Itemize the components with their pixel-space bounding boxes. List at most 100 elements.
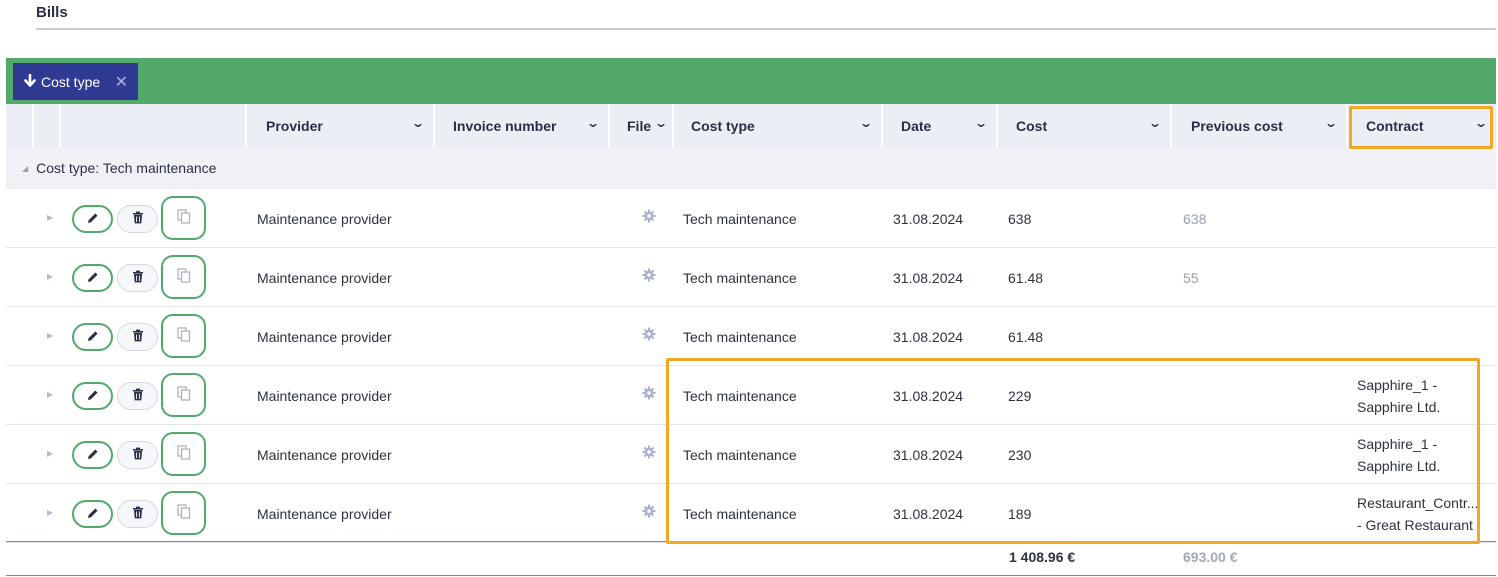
pencil-icon (86, 329, 100, 346)
expand-row-icon[interactable]: ▶ (47, 508, 53, 517)
chevron-down-icon: ⌄ (585, 116, 601, 130)
remove-group-icon[interactable]: ✕ (115, 72, 128, 92)
delete-button[interactable] (117, 323, 158, 351)
chevron-down-icon: ⌄ (410, 116, 426, 130)
copy-button[interactable] (161, 255, 206, 299)
gear-icon[interactable] (642, 268, 656, 285)
header-previous-cost[interactable]: Previous cost ⌄ (1172, 104, 1348, 147)
cell-previous-cost: 55 (1183, 269, 1199, 286)
gear-icon[interactable] (642, 327, 656, 344)
cell-date: 31.08.2024 (893, 387, 964, 404)
edit-button[interactable] (72, 323, 113, 351)
chevron-down-icon: ⌄ (1323, 116, 1339, 130)
trash-icon (132, 506, 144, 522)
cell-provider: Maintenance provider (257, 210, 392, 227)
table-row[interactable]: ▶ Maintenance provider Tech maintenance 31.… (6, 366, 1496, 425)
footer-divider (6, 541, 1496, 542)
trash-icon (132, 447, 144, 463)
contract-line-1: Sapphire_1 - (1357, 435, 1438, 452)
header-cost[interactable]: Cost ⌄ (998, 104, 1172, 147)
table-row[interactable]: ▶ Maintenance provider Tech maintenance 31.… (6, 248, 1496, 307)
gear-icon[interactable] (642, 386, 656, 403)
table-header: Provider ⌄ Invoice number ⌄ File ⌄ Cost typ… (6, 104, 1496, 147)
chevron-down-icon: ⌄ (1473, 116, 1489, 130)
copy-button[interactable] (161, 432, 206, 476)
gear-icon[interactable] (642, 445, 656, 462)
group-chip-cost-type[interactable]: Cost type ✕ (13, 63, 138, 100)
trash-icon (132, 388, 144, 404)
contract-line-2: Sapphire Ltd. (1357, 457, 1441, 474)
cell-cost-type: Tech maintenance (683, 505, 797, 522)
trash-icon (132, 329, 144, 345)
contract-line-1: Sapphire_1 - (1357, 376, 1438, 393)
page-title: Bills (36, 4, 68, 21)
table-row[interactable]: ▶ Maintenance provider Tech maintenance 31.… (6, 189, 1496, 248)
edit-button[interactable] (72, 205, 113, 233)
total-previous-cost: 693.00 € (1183, 549, 1238, 565)
cell-previous-cost: 638 (1183, 210, 1207, 227)
header-file[interactable]: File ⌄ (610, 104, 674, 147)
pencil-icon (86, 211, 100, 228)
total-cost: 1 408.96 € (1009, 549, 1076, 565)
table-row[interactable]: ▶ Maintenance provider Tech maintenance 31.… (6, 425, 1496, 484)
header-buttons-col (61, 104, 247, 147)
edit-button[interactable] (72, 382, 113, 410)
header-contract[interactable]: Contract ⌄ (1348, 104, 1496, 147)
copy-icon (176, 504, 191, 522)
edit-button[interactable] (72, 500, 113, 528)
cell-cost-type: Tech maintenance (683, 328, 797, 345)
cell-date: 31.08.2024 (893, 328, 964, 345)
trash-icon (132, 211, 144, 227)
delete-button[interactable] (117, 264, 158, 292)
expand-row-icon[interactable]: ▶ (47, 331, 53, 340)
expand-row-icon[interactable]: ▶ (47, 390, 53, 399)
cell-cost-type: Tech maintenance (683, 387, 797, 404)
title-divider (36, 28, 1496, 30)
expand-row-icon[interactable]: ▶ (47, 272, 53, 281)
group-by-bar: Cost type ✕ (6, 58, 1496, 104)
collapse-triangle-icon[interactable]: ◢ (22, 164, 28, 173)
cell-provider: Maintenance provider (257, 269, 392, 286)
copy-button[interactable] (161, 373, 206, 417)
header-provider[interactable]: Provider ⌄ (247, 104, 435, 147)
copy-icon (176, 327, 191, 345)
cell-provider: Maintenance provider (257, 446, 392, 463)
cell-cost: 230 (1008, 446, 1032, 463)
expand-row-icon[interactable]: ▶ (47, 449, 53, 458)
copy-button[interactable] (161, 196, 206, 240)
header-date[interactable]: Date ⌄ (883, 104, 998, 147)
contract-line-2: Sapphire Ltd. (1357, 398, 1441, 415)
delete-button[interactable] (117, 500, 158, 528)
cell-cost-type: Tech maintenance (683, 210, 797, 227)
edit-button[interactable] (72, 264, 113, 292)
group-label: Cost type: Tech maintenance (36, 160, 217, 176)
group-chip-label: Cost type (41, 73, 101, 90)
delete-button[interactable] (117, 441, 158, 469)
cell-provider: Maintenance provider (257, 387, 392, 404)
table-row[interactable]: ▶ Maintenance provider Tech maintenance 31.… (6, 484, 1496, 543)
cell-contract: Restaurant_Contr... - Great Restaurant (1357, 484, 1478, 543)
group-row[interactable]: ◢ Cost type: Tech maintenance (6, 147, 1496, 189)
gear-icon[interactable] (642, 209, 656, 226)
delete-button[interactable] (117, 382, 158, 410)
header-invoice-number[interactable]: Invoice number ⌄ (435, 104, 610, 147)
copy-button[interactable] (161, 314, 206, 358)
cell-cost: 61.48 (1008, 328, 1044, 345)
copy-icon (176, 268, 191, 286)
cell-contract: Sapphire_1 - Sapphire Ltd. (1357, 425, 1440, 484)
gear-icon[interactable] (642, 504, 656, 521)
trash-icon (132, 270, 144, 286)
cell-date: 31.08.2024 (893, 269, 964, 286)
table-row[interactable]: ▶ Maintenance provider Tech maintenance 31.… (6, 307, 1496, 366)
cell-date: 31.08.2024 (893, 446, 964, 463)
pencil-icon (86, 447, 100, 464)
copy-button[interactable] (161, 491, 206, 535)
cell-provider: Maintenance provider (257, 505, 392, 522)
edit-button[interactable] (72, 441, 113, 469)
cell-provider: Maintenance provider (257, 328, 392, 345)
expand-row-icon[interactable]: ▶ (47, 213, 53, 222)
delete-button[interactable] (117, 205, 158, 233)
header-cost-type[interactable]: Cost type ⌄ (674, 104, 883, 147)
pencil-icon (86, 270, 100, 287)
contract-line-1: Restaurant_Contr... (1357, 494, 1479, 511)
